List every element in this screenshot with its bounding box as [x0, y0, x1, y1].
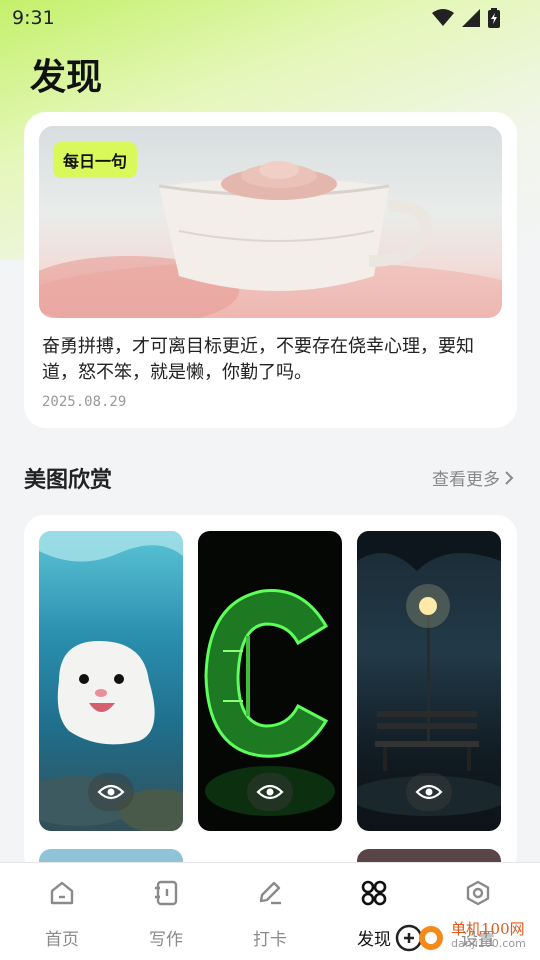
- tab-label: 打卡: [253, 930, 287, 950]
- daily-quote-badge: 每日一句: [53, 142, 138, 178]
- view-button[interactable]: [247, 773, 293, 811]
- home-icon: [50, 881, 74, 905]
- battery-icon: [488, 8, 500, 28]
- tab-checkin[interactable]: 打卡: [225, 863, 315, 960]
- view-button[interactable]: [88, 773, 134, 811]
- tab-writing[interactable]: 写作: [121, 863, 211, 960]
- eye-icon: [415, 784, 443, 800]
- watermark-logo-icon: [395, 924, 443, 952]
- quote-date: 2025.08.29: [42, 394, 127, 410]
- chevron-right-icon: [505, 470, 514, 485]
- eye-icon: [256, 784, 284, 800]
- settings-icon: [466, 880, 490, 906]
- status-time: 9:31: [12, 7, 55, 29]
- grid-icon: [361, 880, 387, 906]
- watermark-url: danji100.com: [451, 937, 526, 950]
- watermark: 单机100网 danji100.com: [395, 918, 526, 954]
- see-more-label: 查看更多: [432, 470, 500, 490]
- tab-label: 写作: [149, 930, 183, 950]
- gallery-section-title: 美图欣赏: [24, 468, 113, 493]
- gallery-card: [24, 515, 517, 875]
- signal-icon: [462, 9, 480, 27]
- notebook-icon: [155, 880, 178, 906]
- view-button[interactable]: [406, 773, 452, 811]
- wifi-icon: [432, 9, 454, 26]
- tab-label: 首页: [45, 930, 79, 950]
- tab-label: 发现: [357, 930, 391, 950]
- see-more-link[interactable]: 查看更多: [432, 465, 514, 490]
- status-bar: 9:31: [0, 0, 540, 36]
- quote-text: 奋勇拼搏，才可离目标更近，不要存在侥幸心理，要知道，怒不笨，就是懒，你勤了吗。: [42, 336, 474, 383]
- pen-icon: [259, 881, 281, 905]
- quote-image-teacup: 每日一句: [39, 126, 502, 318]
- gallery-tile-letter-c[interactable]: [198, 531, 342, 831]
- eye-icon: [97, 784, 125, 800]
- gallery-tile-park-bench[interactable]: [357, 531, 501, 831]
- page-title: 发现: [30, 57, 103, 98]
- watermark-name: 单机100网: [451, 920, 525, 938]
- gallery-tile-seal[interactable]: [39, 531, 183, 831]
- tab-home[interactable]: 首页: [17, 863, 107, 960]
- daily-quote-card[interactable]: 每日一句 奋勇拼搏，才可离目标更近，不要存在侥幸心理，要知道，怒不笨，就是懒，你…: [24, 112, 517, 428]
